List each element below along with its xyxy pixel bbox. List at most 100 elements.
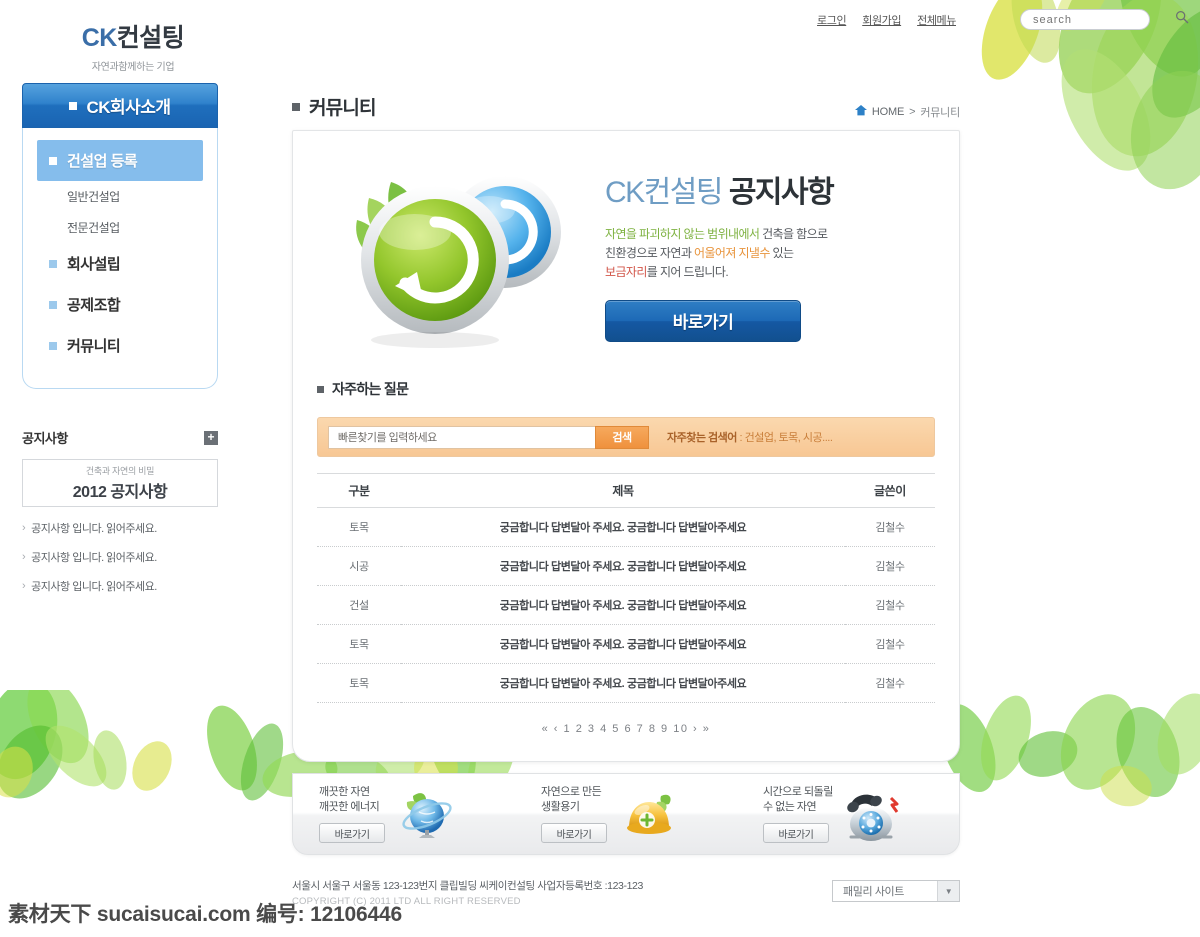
search-input[interactable]: [1033, 13, 1175, 26]
sidebar-item-community[interactable]: 커뮤니티: [23, 325, 217, 366]
hero-line1-rest: 건축을 함으로: [759, 226, 828, 241]
pagination: « ‹ 1 2 3 4 5 6 7 8 9 10 › »: [317, 723, 935, 735]
pagination-first[interactable]: «: [542, 723, 550, 735]
chevron-down-icon[interactable]: ▼: [937, 881, 959, 901]
row-title[interactable]: 궁금합니다 답변달아 주세요. 궁금합니다 답변달아주세요: [401, 585, 845, 625]
pagination-page-4[interactable]: 4: [600, 723, 608, 735]
row-title[interactable]: 궁금합니다 답변달아 주세요. 궁금합니다 답변달아주세요: [401, 663, 845, 703]
pagination-page-5[interactable]: 5: [612, 723, 620, 735]
utility-link-signup[interactable]: 회원가입: [862, 12, 901, 28]
pagination-page-8[interactable]: 8: [649, 723, 657, 735]
breadcrumb-home[interactable]: HOME: [872, 106, 904, 118]
faq-popular-keywords: 자주찾는 검색어 : 건설업, 토목, 시공....: [667, 429, 833, 445]
faq-search-button[interactable]: 검색: [595, 425, 649, 449]
hero-line2-start: 친환경으로 자연과: [605, 245, 694, 260]
footer-banner-button[interactable]: 바로가기: [762, 823, 829, 843]
notice-title: 공지사항: [22, 431, 68, 446]
notice-list-item[interactable]: › 공지사항 입니다. 읽어주세요.: [22, 520, 218, 536]
row-title[interactable]: 궁금합니다 답변달아 주세요. 궁금합니다 답변달아주세요: [401, 624, 845, 664]
pagination-page-9[interactable]: 9: [661, 723, 669, 735]
sidebar-item-label: 건설업 등록: [67, 153, 138, 170]
sidebar-item-label: 커뮤니티: [67, 338, 121, 355]
footer-banner-line2: 생활용기: [540, 801, 580, 813]
notice-list-item-label: 공지사항 입니다. 읽어주세요.: [31, 523, 157, 535]
telephone-icon: [843, 786, 907, 842]
logo-tagline: 자연과함께하는 기업: [91, 62, 175, 73]
hero-line-2: 친환경으로 자연과 어울어져 지낼수 있는: [605, 244, 833, 263]
pagination-page-6[interactable]: 6: [624, 723, 632, 735]
hero-description: 자연을 파괴하지 않는 범위내에서 건축을 함으로 친환경으로 자연과 어울어져…: [605, 225, 833, 282]
sidebar-nav: CK회사소개 건설업 등록 일반건설업 전문건설업 회사설립 공제조합 커뮤니티: [22, 83, 218, 389]
faq-popular-keywords-label: 자주찾는 검색어: [667, 432, 737, 444]
faq-search-input[interactable]: [328, 425, 596, 449]
notice-list-item-label: 공지사항 입니다. 읽어주세요.: [31, 581, 157, 593]
hero-title: CK컨설팅 공지사항: [605, 167, 835, 211]
chevron-right-icon: ›: [22, 551, 26, 563]
pagination-page-7[interactable]: 7: [637, 723, 645, 735]
square-bullet-icon: [292, 102, 300, 111]
chevron-right-icon: ›: [22, 580, 26, 592]
table-row[interactable]: 토목 궁금합니다 답변달아 주세요. 궁금합니다 답변달아주세요 김철수: [317, 507, 935, 547]
hero-line-1: 자연을 파괴하지 않는 범위내에서 건축을 함으로: [605, 225, 833, 244]
footer-banner: 깨끗한 자연 깨끗한 에너지 바로가기 자연으로 만든 생활용기 바로가기 시간…: [292, 773, 960, 855]
sidebar-menu-body: 건설업 등록 일반건설업 전문건설업 회사설립 공제조합 커뮤니티: [22, 128, 218, 389]
home-icon[interactable]: [854, 105, 867, 119]
sidebar-item-company-setup[interactable]: 회사설립: [23, 243, 217, 284]
row-category: 토목: [317, 663, 401, 703]
row-author: 김철수: [845, 546, 935, 586]
sidebar-item-mutual-aid[interactable]: 공제조합: [23, 284, 217, 325]
row-author: 김철수: [845, 663, 935, 703]
sidebar-subitem-general[interactable]: 일반건설업: [23, 181, 217, 212]
hero-goto-button[interactable]: 바로가기: [605, 299, 801, 342]
sidebar-item-label: 공제조합: [67, 297, 121, 314]
notice-header: 공지사항 +: [22, 428, 218, 447]
footer-banner-button[interactable]: 바로가기: [540, 823, 607, 843]
hero-line2-end: 있는: [769, 245, 794, 260]
notice-banner[interactable]: 건축과 자연의 비밀 2012 공지사항: [22, 459, 218, 507]
hero-line3-highlight: 보금자리: [605, 264, 647, 279]
footer-banner-cell-energy: 깨끗한 자연 깨끗한 에너지 바로가기: [293, 785, 515, 843]
square-bullet-icon: [49, 300, 57, 309]
pagination-page-1[interactable]: 1: [564, 723, 572, 735]
table-row[interactable]: 시공 궁금합니다 답변달아 주세요. 궁금합니다 답변달아주세요 김철수: [317, 546, 935, 586]
search-icon[interactable]: [1175, 10, 1189, 29]
footer-banner-button[interactable]: 바로가기: [319, 823, 385, 843]
pagination-next[interactable]: ›: [693, 723, 698, 735]
utility-link-sitemap[interactable]: 전체메뉴: [917, 12, 956, 28]
row-title[interactable]: 궁금합니다 답변달아 주세요. 궁금합니다 답변달아주세요: [401, 507, 845, 547]
breadcrumb-current: 커뮤니티: [920, 107, 960, 119]
header-search[interactable]: [1020, 9, 1189, 30]
pagination-page-3[interactable]: 3: [588, 723, 596, 735]
recycle-icon: [317, 154, 597, 354]
row-category: 건설: [317, 585, 401, 625]
row-author: 김철수: [845, 507, 935, 547]
pagination-last[interactable]: »: [703, 723, 711, 735]
notice-list-item[interactable]: › 공지사항 입니다. 읽어주세요.: [22, 578, 218, 594]
pagination-prev[interactable]: ‹: [554, 723, 559, 735]
row-title[interactable]: 궁금합니다 답변달아 주세요. 궁금합니다 답변달아주세요: [401, 546, 845, 586]
family-site-select[interactable]: 패밀리 사이트 ▼: [832, 880, 960, 902]
faq-col-category: 구분: [317, 473, 401, 508]
square-bullet-icon: [49, 341, 57, 350]
row-category: 토목: [317, 624, 401, 664]
notice-more-button[interactable]: +: [204, 430, 218, 445]
hero-line2-highlight: 어울어져 지낼수: [694, 245, 770, 260]
table-row[interactable]: 토목 궁금합니다 답변달아 주세요. 궁금합니다 답변달아주세요 김철수: [317, 663, 935, 703]
pagination-page-2[interactable]: 2: [576, 723, 584, 735]
faq-table-body: 토목 궁금합니다 답변달아 주세요. 궁금합니다 답변달아주세요 김철수 시공 …: [317, 507, 935, 703]
sidebar-item-construction-registration[interactable]: 건설업 등록: [37, 140, 203, 181]
faq-col-author: 글쓴이: [845, 473, 935, 508]
faq-col-title: 제목: [401, 473, 845, 508]
notice-panel: 공지사항 + 건축과 자연의 비밀 2012 공지사항 › 공지사항 입니다. …: [22, 428, 218, 594]
page-title: 커뮤니티: [292, 93, 377, 120]
pagination-page-10[interactable]: 10: [673, 723, 688, 735]
notice-list-item[interactable]: › 공지사항 입니다. 읽어주세요.: [22, 549, 218, 565]
site-logo[interactable]: CK컨설팅 자연과함께하는 기업: [58, 18, 208, 73]
footer-banner-cell-container: 자연으로 만든 생활용기 바로가기: [515, 785, 737, 843]
utility-link-login[interactable]: 로그인: [817, 12, 847, 28]
sidebar-header[interactable]: CK회사소개: [22, 83, 218, 128]
sidebar-subitem-specialty[interactable]: 전문건설업: [23, 212, 217, 243]
table-row[interactable]: 토목 궁금합니다 답변달아 주세요. 궁금합니다 답변달아주세요 김철수: [317, 624, 935, 664]
stock-watermark: 素材天下 sucaisucai.com 编号: 12106446: [8, 903, 402, 926]
table-row[interactable]: 건설 궁금합니다 답변달아 주세요. 궁금합니다 답변달아주세요 김철수: [317, 585, 935, 625]
